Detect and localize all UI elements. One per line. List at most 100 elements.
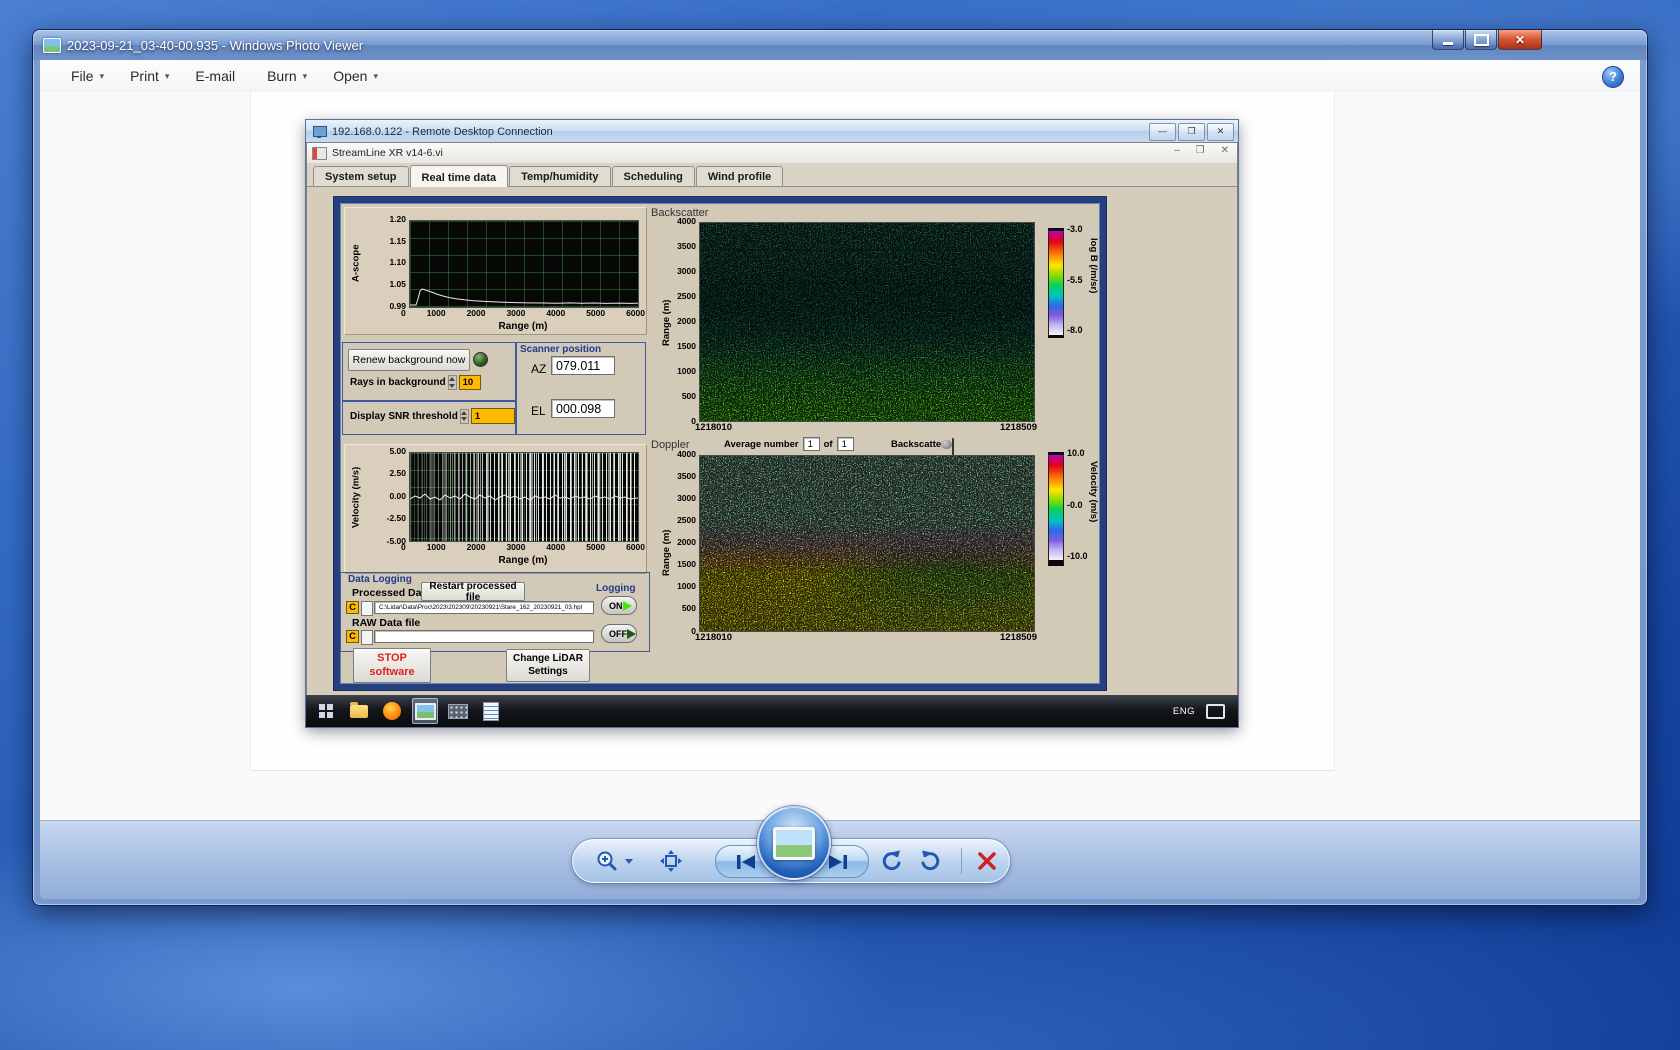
renew-background-button[interactable]: Renew background now xyxy=(348,349,470,371)
menu-item[interactable]: Print ▾ xyxy=(117,64,182,88)
firefox-icon[interactable] xyxy=(379,698,405,724)
main-panel: A-scope 1.201.151.101.050.99 01000200030… xyxy=(334,197,1106,690)
menu-item[interactable]: Open ▾ xyxy=(320,64,391,88)
backscatter-plot xyxy=(699,222,1035,422)
tab[interactable]: Temp/humidity xyxy=(509,166,610,186)
velocity-y-ticks: 5.002.500.00-2.50-5.00 xyxy=(366,447,406,545)
x-start-label: 1218010 xyxy=(695,633,732,645)
doppler-black-noise xyxy=(700,456,1034,631)
rdp-titlebar: 192.168.0.122 - Remote Desktop Connectio… xyxy=(306,120,1238,144)
ascope-x-axis-label: Range (m) xyxy=(409,321,637,332)
y-tick: 2.50 xyxy=(389,469,406,478)
rdp-minimize-button[interactable]: — xyxy=(1149,123,1176,141)
window-title: 2023-09-21_03-40-00.935 - Windows Photo … xyxy=(67,38,363,53)
processed-logging-on-button[interactable]: ON xyxy=(601,596,637,615)
notepad-icon[interactable] xyxy=(478,698,504,724)
data-logging-title: Data Logging xyxy=(348,574,412,585)
y-tick: -2.50 xyxy=(387,514,406,523)
slideshow-button[interactable] xyxy=(757,806,831,880)
menu-item[interactable]: File ▾ xyxy=(58,64,117,88)
tab[interactable]: Real time data xyxy=(410,165,509,187)
tab[interactable]: System setup xyxy=(313,166,409,186)
rdp-title: 192.168.0.122 - Remote Desktop Connectio… xyxy=(332,126,553,138)
rays-row: Rays in background 10 xyxy=(350,375,481,390)
restart-processed-file-button[interactable]: Restart processed file xyxy=(421,582,525,601)
snr-spinner[interactable] xyxy=(460,409,469,424)
minimize-button[interactable] xyxy=(1432,30,1464,50)
rdp-maximize-button[interactable]: ❐ xyxy=(1178,123,1205,141)
x-tick: 5000 xyxy=(586,543,605,553)
renew-status-led xyxy=(473,352,488,367)
chevron-down-icon: ▾ xyxy=(373,71,378,82)
rdp-close-button[interactable]: ✕ xyxy=(1207,123,1234,141)
close-button[interactable]: ✕ xyxy=(1498,30,1542,50)
colorbar-tick: -8.0 xyxy=(1067,326,1083,335)
photo-viewer-taskbar-icon[interactable] xyxy=(412,698,438,724)
x-tick: 3000 xyxy=(506,543,525,553)
stop-software-button[interactable]: STOP software xyxy=(353,648,431,683)
rays-spinner[interactable] xyxy=(448,375,457,390)
help-button[interactable]: ? xyxy=(1602,66,1624,88)
streamline-window: StreamLine XR v14-6.vi – ❐ ✕ System setu… xyxy=(307,143,1237,695)
delete-icon[interactable] xyxy=(975,849,999,873)
zoom-dropdown-caret[interactable] xyxy=(625,859,633,864)
processed-path-field[interactable]: C:\Lidar\Data\Proc\2023\202309\20230921\… xyxy=(374,601,594,614)
el-field[interactable]: 000.098 xyxy=(551,399,615,418)
ascope-x-ticks: 0100020003000400050006000 xyxy=(401,309,645,319)
tab[interactable]: Scheduling xyxy=(612,166,695,186)
y-tick: 1500 xyxy=(677,560,696,569)
tab[interactable]: Wind profile xyxy=(696,166,783,186)
raw-browse-icon[interactable] xyxy=(361,630,373,645)
raw-logging-off-button[interactable]: OFF xyxy=(601,624,637,643)
slideshow-icon xyxy=(773,827,815,860)
rotate-counterclockwise-icon[interactable] xyxy=(879,848,905,874)
menu-item[interactable]: E-mail xyxy=(182,64,254,88)
average-number-value[interactable]: 1 xyxy=(803,437,820,451)
x-tick: 2000 xyxy=(467,543,486,553)
menu-item[interactable]: Burn ▾ xyxy=(254,64,320,88)
remote-desktop-icon[interactable] xyxy=(445,698,471,724)
velocity-y-axis-label: Velocity (m/s) xyxy=(350,455,362,540)
raw-drive-box[interactable]: C xyxy=(346,630,359,643)
x-tick: 1000 xyxy=(427,543,446,553)
menu-bar: File ▾ Print ▾ E-mail Burn ▾ Open ▾ ? xyxy=(40,60,1640,93)
average-number-total[interactable]: 1 xyxy=(837,437,854,451)
streamline-minimize-button[interactable]: – xyxy=(1174,145,1180,156)
y-tick: 2500 xyxy=(677,292,696,301)
backscatter-colorbar-label: log B (/m/sr) xyxy=(1088,238,1099,328)
of-label: of xyxy=(824,439,833,450)
zoom-icon[interactable] xyxy=(595,849,619,873)
vi-icon xyxy=(312,147,327,160)
change-lidar-settings-button[interactable]: Change LiDAR Settings xyxy=(506,649,590,682)
x-end-label: 1218509 xyxy=(1000,633,1037,645)
language-indicator[interactable]: ENG xyxy=(1168,702,1200,721)
velocity-x-ticks: 0100020003000400050006000 xyxy=(401,543,645,553)
y-tick: 1.20 xyxy=(389,215,406,224)
y-tick: 1.10 xyxy=(389,258,406,267)
streamline-close-button[interactable]: ✕ xyxy=(1221,145,1229,156)
x-tick: 2000 xyxy=(467,309,486,319)
doppler-y-ticks: 40003500300025002000150010005000 xyxy=(664,450,696,635)
streamline-title: StreamLine XR v14-6.vi xyxy=(332,147,443,159)
rays-value[interactable]: 10 xyxy=(459,375,481,390)
processed-drive-box[interactable]: C xyxy=(346,601,359,614)
y-tick: 3000 xyxy=(677,267,696,276)
rotate-clockwise-icon[interactable] xyxy=(917,848,943,874)
scanner-position-title: Scanner position xyxy=(520,344,601,355)
photo-viewer-window: 2023-09-21_03-40-00.935 - Windows Photo … xyxy=(33,30,1647,905)
raw-path-field[interactable] xyxy=(374,630,594,643)
x-tick: 4000 xyxy=(546,309,565,319)
doppler-plot xyxy=(699,455,1035,632)
start-icon[interactable] xyxy=(313,698,339,724)
actual-size-icon[interactable] xyxy=(659,849,683,873)
y-tick: 3000 xyxy=(677,494,696,503)
az-field[interactable]: 079.011 xyxy=(551,356,615,375)
y-tick: 2000 xyxy=(677,317,696,326)
monitor-tray-icon[interactable] xyxy=(1202,698,1228,724)
explorer-icon[interactable] xyxy=(346,698,372,724)
streamline-maximize-button[interactable]: ❐ xyxy=(1196,145,1205,156)
velocity-trace xyxy=(410,453,638,541)
processed-browse-icon[interactable] xyxy=(361,601,373,616)
snr-value[interactable]: 1 xyxy=(471,408,515,424)
maximize-button[interactable] xyxy=(1465,30,1497,50)
